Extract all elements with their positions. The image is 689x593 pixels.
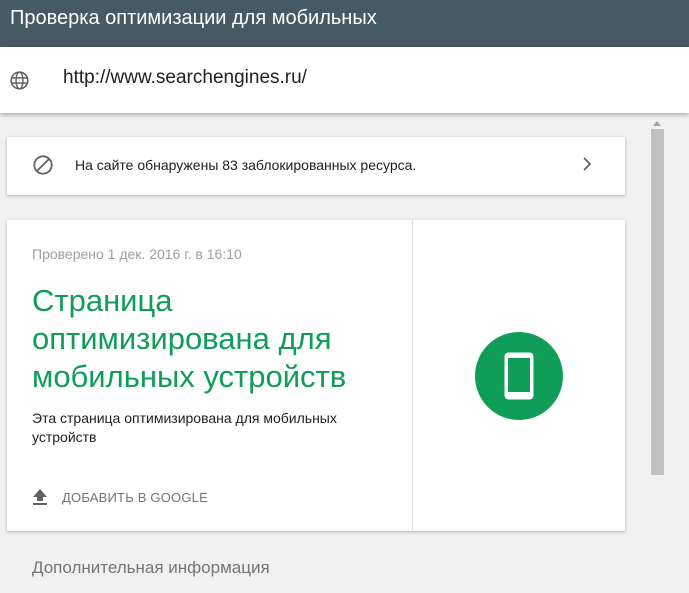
url-bar bbox=[0, 47, 689, 113]
result-title: Страница оптимизирована для мобильных ус… bbox=[32, 283, 347, 394]
blocked-resources-text: На сайте обнаружены 83 заблокированных р… bbox=[75, 157, 417, 173]
url-input[interactable] bbox=[63, 67, 623, 89]
upload-icon bbox=[33, 489, 47, 505]
globe-icon bbox=[10, 71, 29, 90]
scroll-thumb[interactable] bbox=[651, 129, 664, 475]
blocked-icon bbox=[33, 155, 53, 175]
checked-timestamp: Проверено 1 дек. 2016 г. в 16:10 bbox=[32, 246, 242, 262]
mobile-phone-icon bbox=[504, 352, 534, 400]
status-badge bbox=[475, 332, 563, 420]
page-title: Проверка оптимизации для мобильных bbox=[10, 7, 377, 29]
mobile-friendly-result-card: Проверено 1 дек. 2016 г. в 16:10 Страниц… bbox=[7, 220, 625, 531]
scrollbar[interactable] bbox=[649, 113, 666, 593]
card-divider bbox=[412, 220, 413, 531]
app-header: Проверка оптимизации для мобильных bbox=[0, 0, 689, 47]
add-to-google-button[interactable]: ДОБАВИТЬ В GOOGLE bbox=[32, 486, 208, 508]
scroll-up-arrow-icon[interactable] bbox=[653, 121, 661, 126]
blocked-resources-card[interactable]: На сайте обнаружены 83 заблокированных р… bbox=[7, 137, 625, 195]
result-description: Эта страница оптимизирована для мобильны… bbox=[32, 410, 337, 445]
chevron-right-icon[interactable] bbox=[581, 156, 593, 172]
add-to-google-label: ДОБАВИТЬ В GOOGLE bbox=[62, 489, 208, 505]
more-info-heading[interactable]: Дополнительная информация bbox=[32, 558, 270, 578]
